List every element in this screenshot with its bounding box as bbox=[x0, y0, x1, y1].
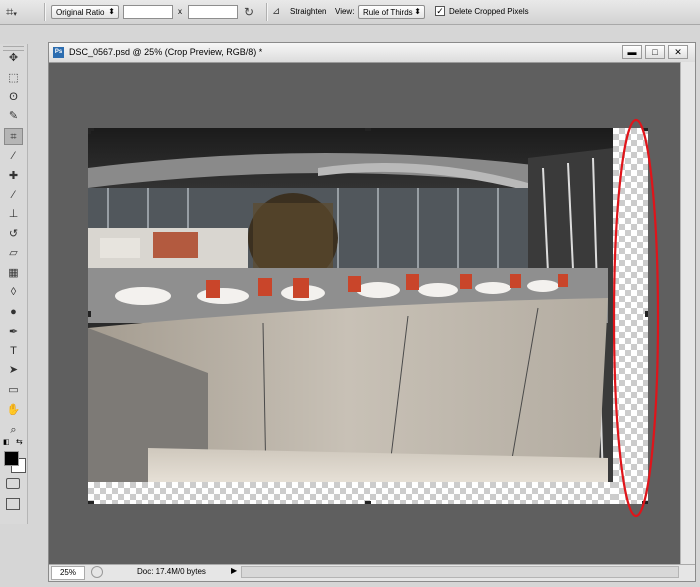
view-label: View: bbox=[335, 7, 355, 16]
straighten-icon[interactable]: ⊿ bbox=[272, 5, 286, 19]
hand-tool-icon[interactable]: ✋ bbox=[4, 402, 23, 419]
ratio-by-sign: x bbox=[178, 7, 182, 16]
dodge-tool-icon[interactable]: ● bbox=[4, 304, 23, 321]
default-colors-icon[interactable]: ◧ bbox=[3, 438, 10, 446]
crop-handle-top-center[interactable] bbox=[365, 128, 371, 131]
chevron-down-icon: ⬍ bbox=[414, 7, 421, 16]
brush-tool-icon[interactable]: ⁄ bbox=[4, 187, 23, 204]
clear-rotate-icon[interactable]: ↻ bbox=[244, 3, 260, 21]
healing-brush-tool-icon[interactable]: ✚ bbox=[4, 168, 23, 185]
view-overlay-select[interactable]: Rule of Thirds ⬍ bbox=[358, 5, 425, 19]
crop-handle-mid-left[interactable] bbox=[88, 311, 91, 317]
photoshop-icon: Ps bbox=[53, 47, 64, 58]
photo bbox=[88, 128, 613, 482]
minimize-button[interactable]: ▬ bbox=[622, 45, 642, 59]
status-bar: 25% Doc: 17.4M/0 bytes ▶ bbox=[49, 564, 695, 581]
screen-mode-icon[interactable] bbox=[6, 498, 20, 510]
history-brush-tool-icon[interactable]: ↺ bbox=[4, 226, 23, 243]
type-tool-icon[interactable]: T bbox=[4, 343, 23, 360]
view-overlay-value: Rule of Thirds bbox=[363, 8, 413, 17]
crop-handle-top-left[interactable] bbox=[88, 128, 91, 134]
marquee-tool-icon[interactable]: ⬚ bbox=[4, 70, 23, 87]
ratio-width-input[interactable] bbox=[123, 5, 173, 19]
document-info: Doc: 17.4M/0 bytes bbox=[137, 567, 206, 576]
close-button[interactable]: ✕ bbox=[668, 45, 688, 59]
delete-cropped-label: Delete Cropped Pixels bbox=[449, 7, 529, 16]
crop-handle-bottom-center[interactable] bbox=[365, 501, 371, 504]
crop-handle-bottom-left[interactable] bbox=[88, 501, 94, 504]
annotation-ellipse bbox=[612, 118, 660, 518]
quick-select-tool-icon[interactable]: ✎ bbox=[4, 108, 23, 125]
eraser-tool-icon[interactable]: ▱ bbox=[4, 245, 23, 262]
checkmark-icon: ✓ bbox=[436, 6, 444, 16]
move-tool-icon[interactable]: ✥ bbox=[4, 50, 23, 67]
options-divider bbox=[44, 3, 46, 21]
document-tab[interactable]: Ps DSC_0567.psd @ 25% (Crop Preview, RGB… bbox=[49, 43, 695, 63]
crop-tool-icon[interactable]: ⌗ bbox=[4, 128, 23, 145]
ratio-height-input[interactable] bbox=[188, 5, 238, 19]
horizontal-scrollbar[interactable] bbox=[241, 566, 679, 578]
swap-colors-icon[interactable]: ⇆ bbox=[16, 437, 23, 446]
delete-cropped-checkbox[interactable]: ✓ bbox=[435, 6, 445, 16]
maximize-button[interactable]: □ bbox=[645, 45, 665, 59]
status-menu-arrow-icon[interactable]: ▶ bbox=[231, 566, 237, 575]
transparent-area-bottom bbox=[88, 482, 613, 504]
gradient-tool-icon[interactable]: ▦ bbox=[4, 265, 23, 282]
options-bar: ⌗▾ Original Ratio ⬍ x ↻ ⊿ Straighten Vie… bbox=[0, 0, 700, 25]
crop-preview-canvas[interactable] bbox=[88, 128, 648, 504]
status-options-icon[interactable] bbox=[91, 566, 103, 578]
path-select-tool-icon[interactable]: ➤ bbox=[4, 362, 23, 379]
blur-tool-icon[interactable]: ◊ bbox=[4, 284, 23, 301]
pen-tool-icon[interactable]: ✒ bbox=[4, 324, 23, 341]
quick-mask-icon[interactable] bbox=[6, 478, 20, 489]
ratio-preset-select[interactable]: Original Ratio ⬍ bbox=[51, 5, 119, 19]
options-divider bbox=[266, 3, 268, 21]
clone-stamp-tool-icon[interactable]: ⊥ bbox=[4, 206, 23, 223]
document-title: DSC_0567.psd @ 25% (Crop Preview, RGB/8)… bbox=[69, 47, 263, 57]
crop-tool-preset-icon[interactable]: ⌗▾ bbox=[6, 3, 32, 21]
shape-tool-icon[interactable]: ▭ bbox=[4, 382, 23, 399]
vertical-scrollbar[interactable] bbox=[680, 62, 695, 565]
eyedropper-tool-icon[interactable]: ⁄ bbox=[4, 148, 23, 165]
ratio-preset-value: Original Ratio bbox=[56, 8, 105, 17]
foreground-color-swatch[interactable] bbox=[4, 451, 19, 466]
zoom-level-field[interactable]: 25% bbox=[51, 566, 85, 580]
straighten-button[interactable]: Straighten bbox=[290, 5, 326, 19]
lasso-tool-icon[interactable]: ʘ bbox=[4, 89, 23, 106]
chevron-down-icon: ⬍ bbox=[108, 7, 115, 16]
